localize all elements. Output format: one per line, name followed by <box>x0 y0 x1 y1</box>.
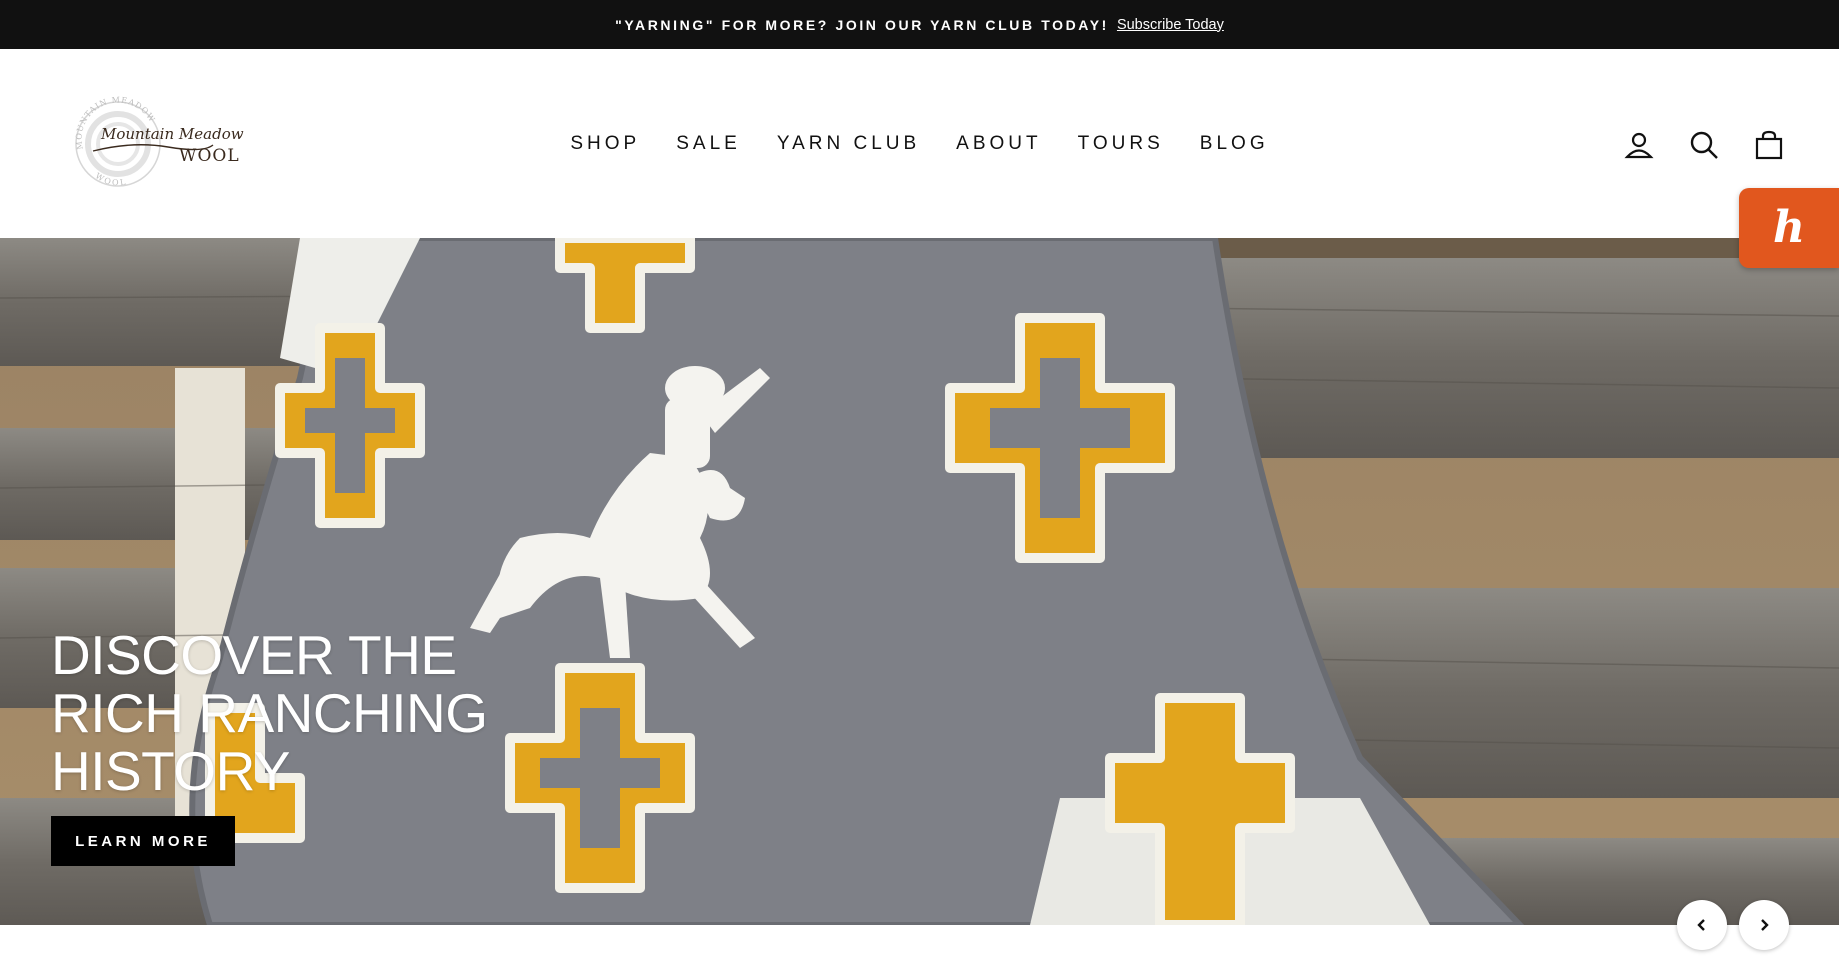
hero-heading-line: DISCOVER THE <box>51 624 457 686</box>
hero-heading: DISCOVER THE RICH RANCHING HISTORY <box>51 626 488 800</box>
chevron-right-icon[interactable] <box>1739 900 1789 950</box>
logo-line2: WOOL <box>179 146 240 166</box>
logo[interactable]: MOUNTAIN MEADOW WOOL Mountain Meadow WOO… <box>73 89 273 199</box>
hero-heading-line: RICH RANCHING <box>51 682 488 744</box>
honey-icon[interactable]: h <box>1739 188 1839 268</box>
announcement-text: "YARNING" FOR MORE? JOIN OUR YARN CLUB T… <box>615 16 1109 33</box>
search-icon[interactable] <box>1686 127 1722 163</box>
hero-image <box>0 238 1839 925</box>
bag-icon[interactable] <box>1751 127 1787 163</box>
nav-tours[interactable]: TOURS <box>1078 133 1164 155</box>
user-icon[interactable] <box>1621 127 1657 163</box>
nav-yarn-club[interactable]: YARN CLUB <box>777 133 920 155</box>
main-nav: SHOP SALE YARN CLUB ABOUT TOURS BLOG <box>0 49 1839 238</box>
honey-glyph: h <box>1773 202 1805 253</box>
site-header: MOUNTAIN MEADOW WOOL Mountain Meadow WOO… <box>0 49 1839 238</box>
subscribe-link[interactable]: Subscribe Today <box>1117 17 1224 33</box>
header-icons <box>1621 127 1787 163</box>
nav-about[interactable]: ABOUT <box>956 133 1041 155</box>
hero-slide: DISCOVER THE RICH RANCHING HISTORY LEARN… <box>0 238 1839 925</box>
logo-line1: Mountain Meadow <box>100 125 244 143</box>
nav-shop[interactable]: SHOP <box>570 133 640 155</box>
nav-blog[interactable]: BLOG <box>1200 133 1269 155</box>
chevron-left-icon[interactable] <box>1677 900 1727 950</box>
nav-sale[interactable]: SALE <box>676 133 741 155</box>
hero-heading-line: HISTORY <box>51 740 290 802</box>
learn-more-button[interactable]: LEARN MORE <box>51 816 235 866</box>
announcement-bar: "YARNING" FOR MORE? JOIN OUR YARN CLUB T… <box>0 0 1839 49</box>
